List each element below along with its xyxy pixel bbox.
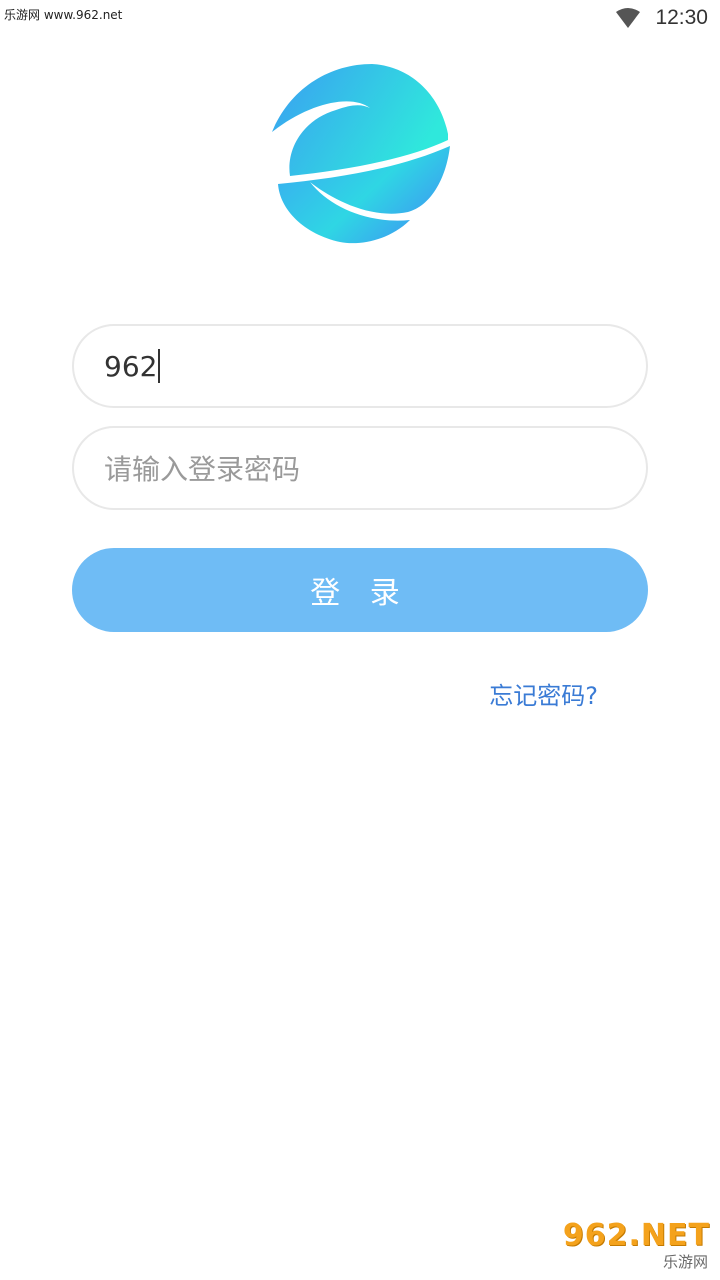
username-input[interactable]: 962 [72,324,648,408]
status-time: 12:30 [655,6,708,29]
app-logo [270,58,456,248]
watermark-bottom: 962.NET 乐游网 [563,1218,714,1272]
wifi-icon [615,7,641,29]
text-cursor [158,349,161,383]
watermark-site-name: 乐游网 [662,1253,708,1271]
forgot-password-link[interactable]: 忘记密码? [489,676,598,711]
password-placeholder: 请输入登录密码 [104,453,301,486]
watermark-domain: 962.NET [562,1218,710,1253]
password-input[interactable]: 请输入登录密码 [72,426,648,510]
status-bar: 12:30 [615,4,708,32]
login-button[interactable]: 登 录 [72,548,648,632]
username-value: 962 [104,349,158,383]
watermark-top: 乐游网 www.962.net [4,8,123,22]
login-form: 962 请输入登录密码 登 录 [72,324,648,632]
